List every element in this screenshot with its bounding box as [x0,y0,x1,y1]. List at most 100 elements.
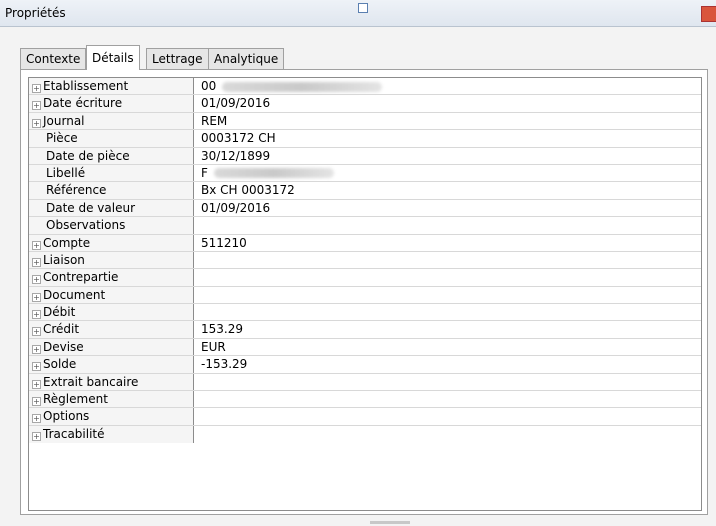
property-value[interactable]: Bx CH 0003172 [201,182,295,198]
expand-icon[interactable]: + [32,310,41,320]
property-value[interactable]: 0003172 CH [201,130,276,146]
expand-icon[interactable]: + [32,257,41,267]
property-value-text: Bx CH 0003172 [201,183,295,198]
property-row[interactable]: + Crédit 153.29 [29,321,701,339]
property-label: + Débit [29,304,194,321]
property-label-text: Extrait bancaire [43,374,139,389]
property-label-text: Compte [43,235,91,250]
expand-icon[interactable]: + [32,240,41,250]
property-row[interactable]: + Date écriture 01/09/2016 [29,95,701,113]
tab-contexte[interactable]: Contexte [20,48,87,69]
property-row[interactable]: Pièce 0003172 CH [29,130,701,148]
property-label-text: Document [43,287,106,302]
property-row[interactable]: + Débit [29,304,701,322]
property-row[interactable]: + Règlement [29,391,701,409]
property-label: Libellé [29,164,194,182]
property-row[interactable]: + Devise EUR [29,338,701,357]
property-label: + Options [29,408,194,425]
expand-icon[interactable]: + [32,344,41,354]
property-value[interactable]: REM [201,113,227,129]
property-label-text: Référence [46,183,107,198]
property-value-text: 511210 [201,235,247,250]
expand-icon[interactable]: + [32,431,41,441]
title-bar[interactable]: Propriétés [0,0,716,27]
property-row[interactable]: + Liaison [29,251,701,270]
expand-icon[interactable]: + [32,275,41,285]
expand-icon[interactable]: + [32,414,41,424]
property-label: Date de valeur [29,199,194,217]
property-row[interactable]: + Options [29,408,701,426]
property-label: Date de pièce [29,147,194,164]
property-row[interactable]: + Tracabilité [29,425,701,444]
tab-lettrage[interactable]: Lettrage [146,48,209,69]
property-label-text: Journal [43,113,85,128]
property-value[interactable]: EUR [201,339,226,355]
property-label: + Journal [29,112,194,130]
expand-icon[interactable]: + [32,362,41,372]
properties-window: Propriétés Contexte Détails Lettrage Ana… [0,0,716,526]
property-label: + Contrepartie [29,269,194,286]
property-value-text: 0003172 CH [201,131,276,146]
property-value-text: 01/09/2016 [201,96,271,111]
property-label-text: Crédit [43,322,80,337]
property-row[interactable]: + Document [29,286,701,305]
property-label-text: Solde [43,357,77,372]
property-label: + Solde [29,356,194,373]
property-value[interactable]: -153.29 [201,356,247,372]
property-value[interactable]: 01/09/2016 [201,200,270,216]
property-row[interactable]: Date de valeur 01/09/2016 [29,199,701,218]
bottom-grip [370,521,410,524]
property-label-text: Options [43,409,90,424]
property-value-text: 153.29 [201,322,243,337]
property-row[interactable]: Référence Bx CH 0003172 [29,182,701,200]
property-label: Observations [29,217,194,234]
property-value[interactable]: F [201,165,334,181]
property-label-text: Date de valeur [46,200,136,215]
property-label: + Extrait bancaire [29,373,194,391]
property-label: Pièce [29,130,194,147]
property-row[interactable]: Date de pièce 30/12/1899 [29,147,701,165]
property-row[interactable]: + Extrait bancaire [29,373,701,392]
property-label-text: Contrepartie [43,270,119,285]
property-row[interactable]: Libellé F [29,164,701,183]
expand-icon[interactable]: + [32,118,41,128]
property-row[interactable]: + Journal REM [29,112,701,131]
expand-icon[interactable]: + [32,292,41,302]
details-panel: + Etablissement 00 + Date écriture 01/09/2016… [20,69,708,515]
property-label: + Compte [29,234,194,251]
property-label-text: Tracabilité [43,426,105,441]
tab-details[interactable]: Détails [86,45,140,70]
property-row[interactable]: + Compte 511210 [29,234,701,252]
expand-icon[interactable]: + [32,397,41,407]
property-value[interactable]: 511210 [201,235,247,251]
property-value[interactable]: 153.29 [201,321,243,337]
expand-icon[interactable]: + [32,327,41,337]
expand-icon[interactable]: + [32,84,41,93]
property-row[interactable]: + Etablissement 00 [29,78,701,96]
property-label-text: Date écriture [43,96,123,111]
property-label-text: Observations [46,218,126,233]
property-label-text: Pièce [46,131,78,146]
property-label-text: Débit [43,305,76,320]
close-icon[interactable] [701,6,716,22]
property-row[interactable]: Observations [29,217,701,235]
property-value[interactable]: 30/12/1899 [201,148,270,164]
resize-handle[interactable] [358,3,368,13]
property-value-text: 30/12/1899 [201,148,271,163]
redacted-text [213,168,334,179]
property-value-text: 00 [201,79,217,93]
tab-analytique[interactable]: Analytique [208,48,285,69]
property-row[interactable]: + Solde -153.29 [29,356,701,374]
property-label: + Document [29,286,194,304]
expand-icon[interactable]: + [32,101,41,111]
expand-icon[interactable]: + [32,379,41,389]
property-label: + Devise [29,338,194,356]
window-title: Propriétés [5,6,66,20]
property-row[interactable]: + Contrepartie [29,269,701,287]
property-value[interactable]: 00 [201,78,383,94]
property-label-text: Libellé [46,165,86,180]
property-value[interactable]: 01/09/2016 [201,95,270,111]
property-label: + Etablissement [29,78,194,95]
property-value-text: EUR [201,339,226,354]
property-value-text: -153.29 [201,357,248,372]
